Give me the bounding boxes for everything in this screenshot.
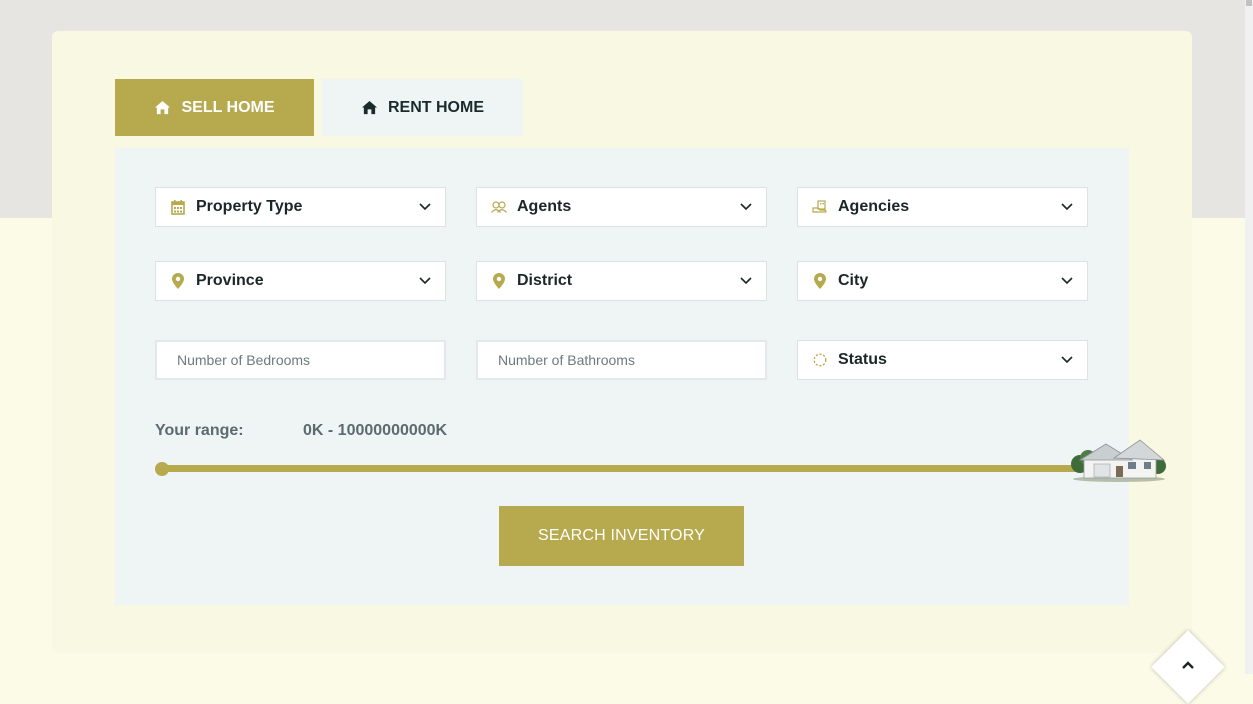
spinner-icon bbox=[812, 352, 828, 368]
property-type-label: Property Type bbox=[196, 198, 303, 215]
status-select[interactable]: Status bbox=[797, 340, 1088, 380]
calendar-icon bbox=[170, 199, 186, 215]
chevron-down-icon bbox=[740, 277, 752, 285]
agencies-label: Agencies bbox=[838, 198, 910, 215]
search-inventory-button[interactable]: SEARCH INVENTORY bbox=[499, 506, 744, 566]
home-icon bbox=[155, 100, 171, 115]
building-hand-icon bbox=[812, 199, 828, 215]
scrollbar-thumb[interactable] bbox=[1246, 0, 1252, 6]
map-pin-icon bbox=[491, 273, 507, 289]
price-range-min-handle[interactable] bbox=[155, 462, 169, 476]
status-label: Status bbox=[838, 351, 887, 368]
province-select[interactable]: Province bbox=[155, 261, 446, 301]
agents-select[interactable]: Agents bbox=[476, 187, 767, 227]
users-icon bbox=[491, 199, 507, 215]
chevron-down-icon bbox=[419, 277, 431, 285]
tab-sell-home-label: SELL HOME bbox=[181, 98, 275, 116]
property-type-select[interactable]: Property Type bbox=[155, 187, 446, 227]
chevron-up-icon bbox=[1182, 661, 1194, 669]
chevron-down-icon bbox=[1061, 203, 1073, 211]
chevron-down-icon bbox=[1061, 277, 1073, 285]
chevron-down-icon bbox=[1061, 356, 1073, 364]
house-slider-handle[interactable] bbox=[1070, 434, 1168, 482]
chevron-down-icon bbox=[419, 203, 431, 211]
bedrooms-input[interactable] bbox=[155, 340, 446, 380]
map-pin-icon bbox=[812, 273, 828, 289]
agents-label: Agents bbox=[517, 198, 572, 215]
price-range-track[interactable] bbox=[160, 465, 1085, 472]
tab-rent-home[interactable]: RENT HOME bbox=[322, 79, 523, 136]
tab-rent-home-label: RENT HOME bbox=[388, 98, 484, 116]
bathrooms-input[interactable] bbox=[476, 340, 767, 380]
page-scrollbar[interactable] bbox=[1245, 0, 1253, 674]
province-label: Province bbox=[196, 272, 264, 289]
district-select[interactable]: District bbox=[476, 261, 767, 301]
city-select[interactable]: City bbox=[797, 261, 1088, 301]
tab-sell-home[interactable]: SELL HOME bbox=[115, 79, 314, 136]
range-value: 0K - 10000000000K bbox=[303, 422, 448, 439]
home-icon bbox=[362, 100, 377, 115]
map-pin-icon bbox=[170, 273, 186, 289]
range-label: Your range: bbox=[155, 422, 244, 439]
city-label: City bbox=[838, 272, 869, 289]
chevron-down-icon bbox=[740, 203, 752, 211]
district-label: District bbox=[517, 272, 573, 289]
agencies-select[interactable]: Agencies bbox=[797, 187, 1088, 227]
